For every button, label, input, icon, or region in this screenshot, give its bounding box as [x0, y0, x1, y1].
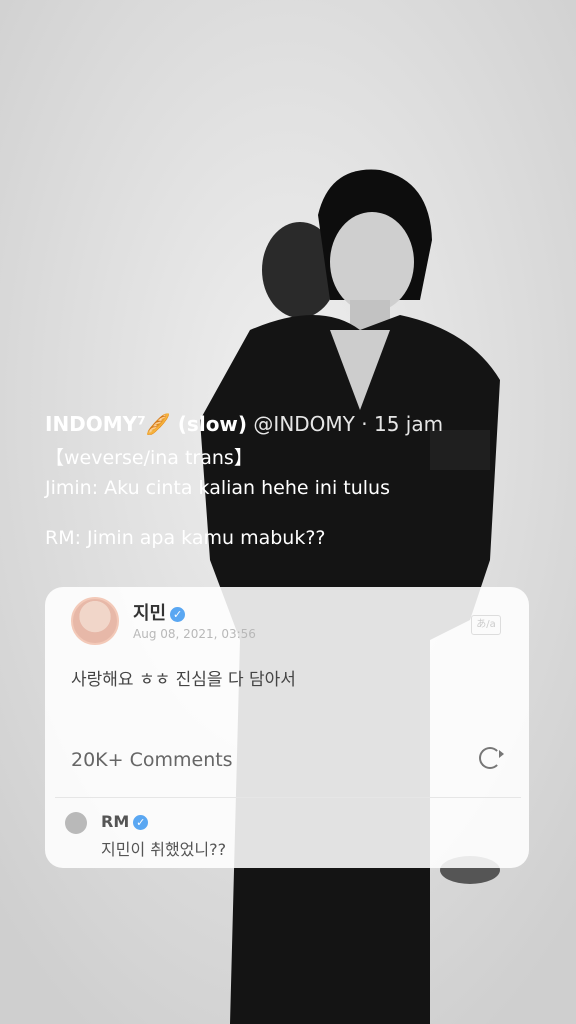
- comment-avatar: [65, 812, 87, 834]
- post-author-name: 지민: [133, 603, 167, 624]
- verified-icon: ✓: [133, 815, 149, 830]
- comment-author-name: RM: [101, 812, 130, 831]
- comment-author: RM ✓: [101, 812, 149, 831]
- translate-icon[interactable]: あ/a: [471, 615, 501, 635]
- more-icon[interactable]: [513, 418, 519, 439]
- comment-item[interactable]: RM ✓ 지민이 취했었니??: [55, 797, 521, 866]
- tweet-time: · 15 jam: [361, 412, 444, 436]
- avatar[interactable]: [71, 597, 119, 645]
- tweet-line-rm: RM: Jimin apa kamu mabuk??: [45, 527, 326, 549]
- post-author[interactable]: 지민 ✓: [133, 599, 186, 625]
- tweet-line-jimin: Jimin: Aku cinta kalian hehe ini tulus: [45, 477, 390, 499]
- refresh-icon[interactable]: [479, 747, 504, 769]
- post-date: Aug 08, 2021, 03:56: [133, 627, 256, 641]
- tweet-display-name[interactable]: INDOMY⁷🥖 (slow): [45, 412, 247, 436]
- post-text: 사랑해요 ㅎㅎ 진심을 다 담아서: [71, 670, 296, 690]
- tweet-header: INDOMY⁷🥖 (slow) @INDOMY · 15 jam: [45, 412, 535, 436]
- comment-text: 지민이 취했었니??: [101, 840, 227, 859]
- verified-icon: ✓: [170, 606, 186, 622]
- weverse-post-card[interactable]: 지민 ✓ Aug 08, 2021, 03:56 あ/a 사랑해요 ㅎㅎ 진심을 …: [45, 587, 529, 868]
- tweet-line-source: 【weverse/ina trans】: [45, 447, 253, 469]
- tweet-text-block: INDOMY⁷🥖 (slow) @INDOMY · 15 jam 【wevers…: [45, 412, 535, 549]
- comments-count[interactable]: 20K+ Comments: [71, 749, 233, 771]
- tweet-handle[interactable]: @INDOMY: [253, 412, 354, 436]
